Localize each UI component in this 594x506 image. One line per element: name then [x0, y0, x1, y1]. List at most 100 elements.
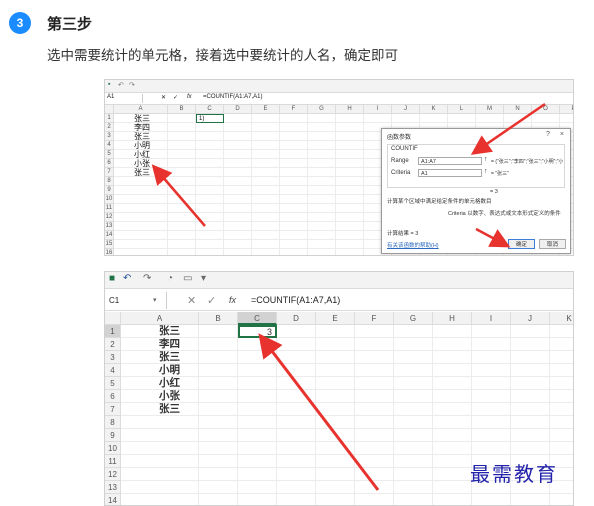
cell[interactable] — [394, 442, 433, 455]
cell[interactable] — [196, 177, 224, 186]
cell[interactable] — [355, 390, 394, 403]
name-box[interactable]: C1 — [105, 292, 167, 309]
cell[interactable] — [355, 455, 394, 468]
cell[interactable] — [280, 168, 308, 177]
cancel-button[interactable]: 取消 — [539, 239, 566, 249]
cell[interactable] — [252, 249, 280, 255]
cell[interactable] — [472, 325, 511, 338]
row-header[interactable]: 10 — [105, 195, 114, 204]
cell-a4[interactable]: 小明 — [121, 364, 199, 377]
cell[interactable] — [168, 141, 196, 150]
cell-a4[interactable]: 小明 — [114, 141, 168, 150]
cell[interactable] — [224, 114, 252, 123]
row-header[interactable]: 7 — [105, 403, 121, 416]
cell[interactable] — [196, 222, 224, 231]
cell[interactable] — [277, 403, 316, 416]
cell[interactable] — [168, 249, 196, 255]
cell[interactable] — [550, 351, 573, 364]
cell[interactable] — [336, 204, 364, 213]
cell[interactable] — [316, 325, 355, 338]
cell[interactable] — [280, 150, 308, 159]
cell[interactable] — [252, 213, 280, 222]
confirm-formula-icon[interactable]: ✓ — [207, 294, 216, 307]
cell[interactable] — [511, 390, 550, 403]
cell[interactable] — [199, 416, 238, 429]
column-header-g[interactable]: G — [308, 105, 336, 114]
cell[interactable] — [420, 114, 448, 123]
cell[interactable] — [511, 364, 550, 377]
cell[interactable] — [308, 159, 336, 168]
cell[interactable] — [336, 231, 364, 240]
cell[interactable] — [168, 123, 196, 132]
cell[interactable] — [196, 141, 224, 150]
cell[interactable] — [394, 403, 433, 416]
cell[interactable] — [224, 213, 252, 222]
cell-a8[interactable] — [114, 177, 168, 186]
cancel-formula-icon[interactable]: ✕ — [161, 94, 166, 101]
cell[interactable] — [196, 249, 224, 255]
cell[interactable] — [316, 455, 355, 468]
cell[interactable] — [336, 177, 364, 186]
row-header[interactable]: 1 — [105, 325, 121, 338]
cell[interactable] — [308, 204, 336, 213]
cell[interactable] — [364, 114, 392, 123]
cell[interactable] — [336, 141, 364, 150]
close-icon[interactable]: × — [560, 131, 564, 138]
cell[interactable] — [394, 429, 433, 442]
column-header-j[interactable]: J — [511, 312, 550, 325]
cell[interactable] — [196, 240, 224, 249]
row-header[interactable]: 5 — [105, 150, 114, 159]
cell[interactable] — [433, 364, 472, 377]
row-header[interactable]: 12 — [105, 468, 121, 481]
cell[interactable] — [238, 403, 277, 416]
cell[interactable] — [511, 377, 550, 390]
cell[interactable] — [224, 222, 252, 231]
cell[interactable] — [355, 494, 394, 505]
name-box[interactable]: A1 — [105, 94, 143, 103]
column-header-k[interactable]: K — [420, 105, 448, 114]
row-header[interactable]: 13 — [105, 481, 121, 494]
range-collapse-icon[interactable]: ↑ — [484, 156, 488, 163]
cell-a7[interactable]: 张三 — [114, 168, 168, 177]
cell[interactable] — [252, 186, 280, 195]
row-header[interactable]: 3 — [105, 132, 114, 141]
cell[interactable] — [336, 222, 364, 231]
cell[interactable] — [224, 249, 252, 255]
customize-icon[interactable]: ▾ — [201, 273, 206, 284]
cell[interactable] — [168, 195, 196, 204]
cell[interactable] — [394, 481, 433, 494]
row-header[interactable]: 16 — [105, 249, 114, 255]
cell[interactable] — [224, 231, 252, 240]
cell[interactable] — [433, 416, 472, 429]
cell[interactable] — [472, 364, 511, 377]
insert-function-icon[interactable]: fx — [229, 295, 236, 305]
cell[interactable] — [394, 416, 433, 429]
cell[interactable] — [355, 377, 394, 390]
row-header[interactable]: 2 — [105, 123, 114, 132]
cell[interactable] — [560, 114, 573, 123]
column-header-e[interactable]: E — [316, 312, 355, 325]
cell[interactable] — [336, 249, 364, 255]
cell[interactable] — [433, 455, 472, 468]
cell[interactable] — [277, 351, 316, 364]
cell[interactable] — [308, 195, 336, 204]
cell[interactable] — [280, 123, 308, 132]
cell[interactable] — [199, 377, 238, 390]
cell-a2[interactable]: 李四 — [121, 338, 199, 351]
cell[interactable] — [336, 123, 364, 132]
cell-a9[interactable] — [114, 186, 168, 195]
cell[interactable] — [316, 481, 355, 494]
cell[interactable] — [433, 429, 472, 442]
cell[interactable] — [511, 416, 550, 429]
cell[interactable] — [280, 249, 308, 255]
cell[interactable] — [196, 150, 224, 159]
cell[interactable] — [433, 468, 472, 481]
cell[interactable] — [394, 351, 433, 364]
cell[interactable] — [277, 442, 316, 455]
cell[interactable] — [199, 442, 238, 455]
row-header[interactable]: 9 — [105, 186, 114, 195]
cell[interactable] — [280, 231, 308, 240]
column-header-c[interactable]: C — [238, 312, 277, 325]
cell[interactable] — [316, 377, 355, 390]
column-header-a[interactable]: A — [114, 105, 168, 114]
